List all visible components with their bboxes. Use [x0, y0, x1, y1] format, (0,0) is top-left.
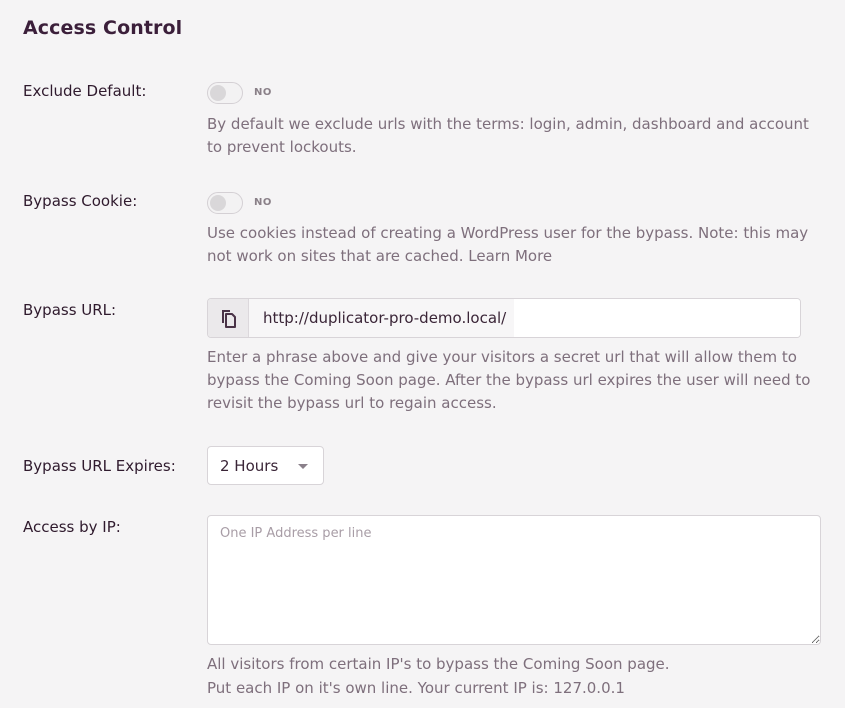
bypass-url-expires-label: Bypass URL Expires: [23, 457, 176, 475]
exclude-default-toggle[interactable] [207, 82, 243, 104]
bypass-url-label: Bypass URL: [23, 301, 117, 319]
bypass-url-help: Enter a phrase above and give your visit… [207, 348, 811, 412]
exclude-default-help: By default we exclude urls with the term… [207, 115, 809, 156]
section-title: Access Control [23, 17, 183, 39]
bypass-url-prefix: http://duplicator-pro-demo.local/ [249, 299, 521, 337]
access-by-ip-textarea[interactable] [207, 515, 821, 645]
bypass-url-group: http://duplicator-pro-demo.local/ [207, 298, 801, 338]
learn-more-link[interactable]: Learn More [468, 247, 552, 265]
copy-url-button[interactable] [208, 299, 249, 337]
bypass-cookie-toggle[interactable] [207, 192, 243, 214]
exclude-default-state: NO [254, 87, 272, 98]
bypass-url-expires-select[interactable]: 2 Hours [207, 446, 324, 485]
exclude-default-label: Exclude Default: [23, 82, 147, 100]
chevron-down-icon [298, 464, 308, 469]
access-by-ip-help-1: All visitors from certain IP's to bypass… [207, 655, 670, 673]
bypass-cookie-help: Use cookies instead of creating a WordPr… [207, 222, 817, 268]
bypass-url-input[interactable] [514, 299, 800, 337]
toggle-knob [210, 195, 226, 211]
bypass-cookie-label: Bypass Cookie: [23, 192, 138, 210]
access-by-ip-help-2: Put each IP on it's own line. Your curre… [207, 679, 625, 697]
copy-icon [222, 310, 236, 328]
bypass-cookie-state: NO [254, 197, 272, 208]
access-by-ip-label: Access by IP: [23, 518, 121, 536]
bypass-url-expires-value: 2 Hours [220, 457, 279, 475]
toggle-knob [210, 85, 226, 101]
